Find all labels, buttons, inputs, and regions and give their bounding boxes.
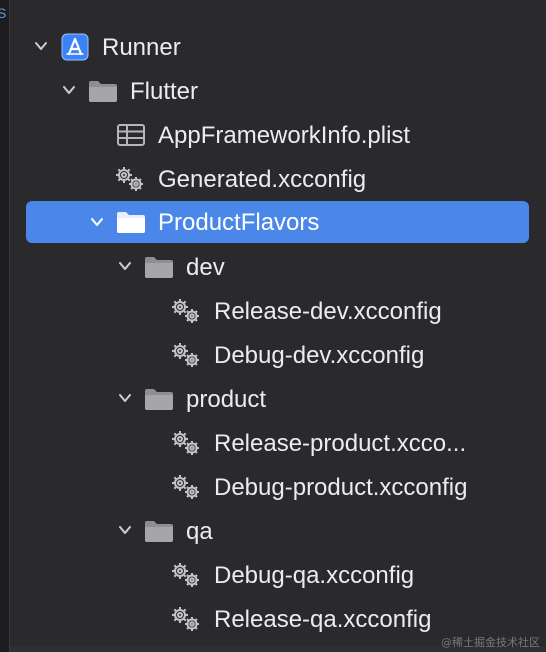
tree-item-label: Flutter [130,78,199,105]
gears-icon [170,472,200,500]
project-navigator: S Runner Flutter AppFrameworkInfo.plist … [0,0,546,652]
chevron-down-icon[interactable] [118,523,132,537]
tree-row-dev[interactable]: dev [0,246,546,286]
tree-item-label: ProductFlavors [158,209,320,236]
chevron-down-icon[interactable] [118,391,132,405]
folder-icon [88,78,118,106]
tree-row-qa[interactable]: qa [0,510,546,550]
tree-row-release-qa[interactable]: Release-qa.xcconfig [0,598,546,638]
xcode-project-icon [60,32,90,61]
tree-row-productflavors[interactable]: ProductFlavors [0,200,546,243]
tree-item-label: Release-qa.xcconfig [214,606,432,633]
chevron-down-icon[interactable] [118,259,132,273]
watermark: @稀土掘金技术社区 [441,636,540,649]
gears-icon [114,164,144,192]
tree-item-label: Release-dev.xcconfig [214,298,442,325]
folder-icon [144,254,174,282]
plist-table-icon [116,122,146,150]
chevron-down-icon[interactable] [62,83,76,97]
gears-icon [170,428,200,456]
tree-item-label: AppFrameworkInfo.plist [158,122,411,149]
tree-row-runner[interactable]: Runner [0,26,546,66]
folder-icon [144,518,174,546]
chevron-down-icon[interactable] [90,215,104,229]
folder-icon [144,386,174,414]
folder-icon [116,209,146,237]
tree-row-release-dev[interactable]: Release-dev.xcconfig [0,290,546,330]
tree-row-generated-xcconfig[interactable]: Generated.xcconfig [0,158,546,198]
tree-row-flutter[interactable]: Flutter [0,70,546,110]
tree-row-release-product[interactable]: Release-product.xcco... [0,422,546,462]
tree-item-label: Debug-qa.xcconfig [214,562,415,589]
tree-row-debug-product[interactable]: Debug-product.xcconfig [0,466,546,506]
gears-icon [170,296,200,324]
tree-item-label: dev [186,254,225,281]
gears-icon [170,340,200,368]
tree-item-label: Debug-product.xcconfig [214,474,468,501]
tree-item-label: Debug-dev.xcconfig [214,342,425,369]
tree-item-label: Generated.xcconfig [158,166,367,193]
tree-row-product[interactable]: product [0,378,546,418]
tree-row-appframeworkinfo[interactable]: AppFrameworkInfo.plist [0,114,546,154]
tree-item-label: product [186,386,267,413]
gears-icon [170,604,200,632]
chevron-down-icon[interactable] [34,39,48,53]
tree-item-label: qa [186,518,213,545]
tree-item-label: Runner [102,34,181,61]
edge-glyph: S [0,5,7,21]
tree-row-debug-dev[interactable]: Debug-dev.xcconfig [0,334,546,374]
tree-row-debug-qa[interactable]: Debug-qa.xcconfig [0,554,546,594]
gears-icon [170,560,200,588]
tree-item-label: Release-product.xcco... [214,430,467,457]
